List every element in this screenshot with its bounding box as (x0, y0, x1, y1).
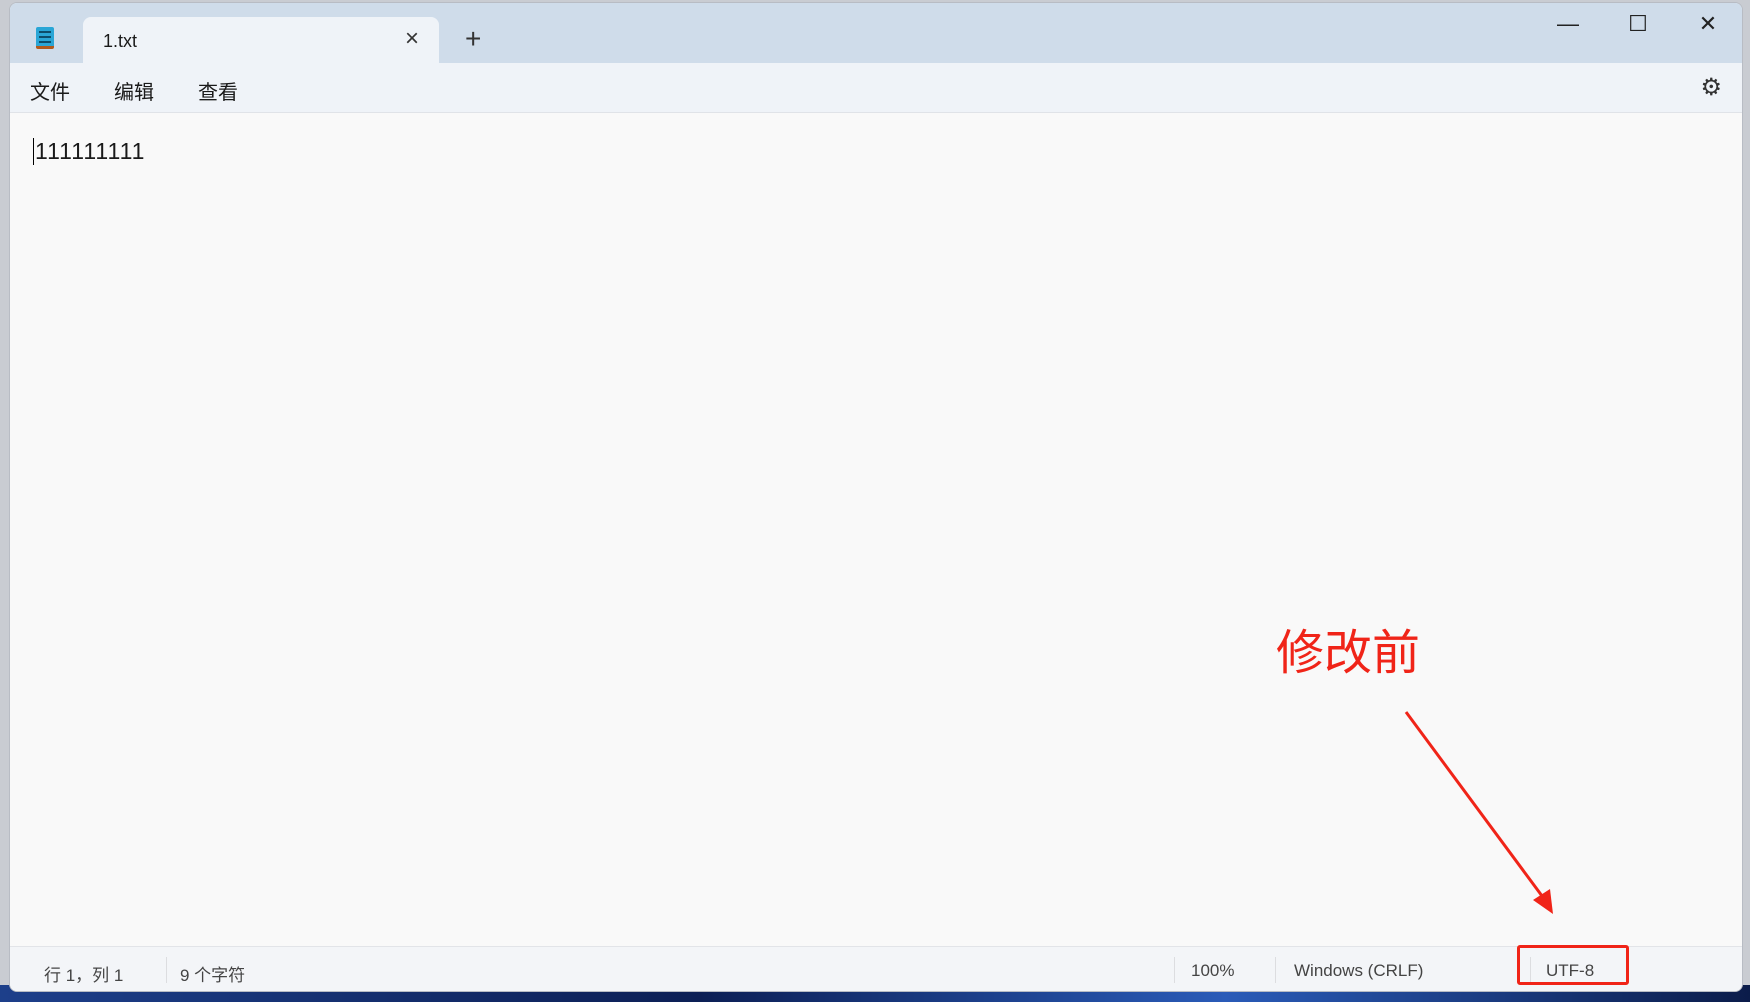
annotation-arrow (1404, 711, 1553, 914)
